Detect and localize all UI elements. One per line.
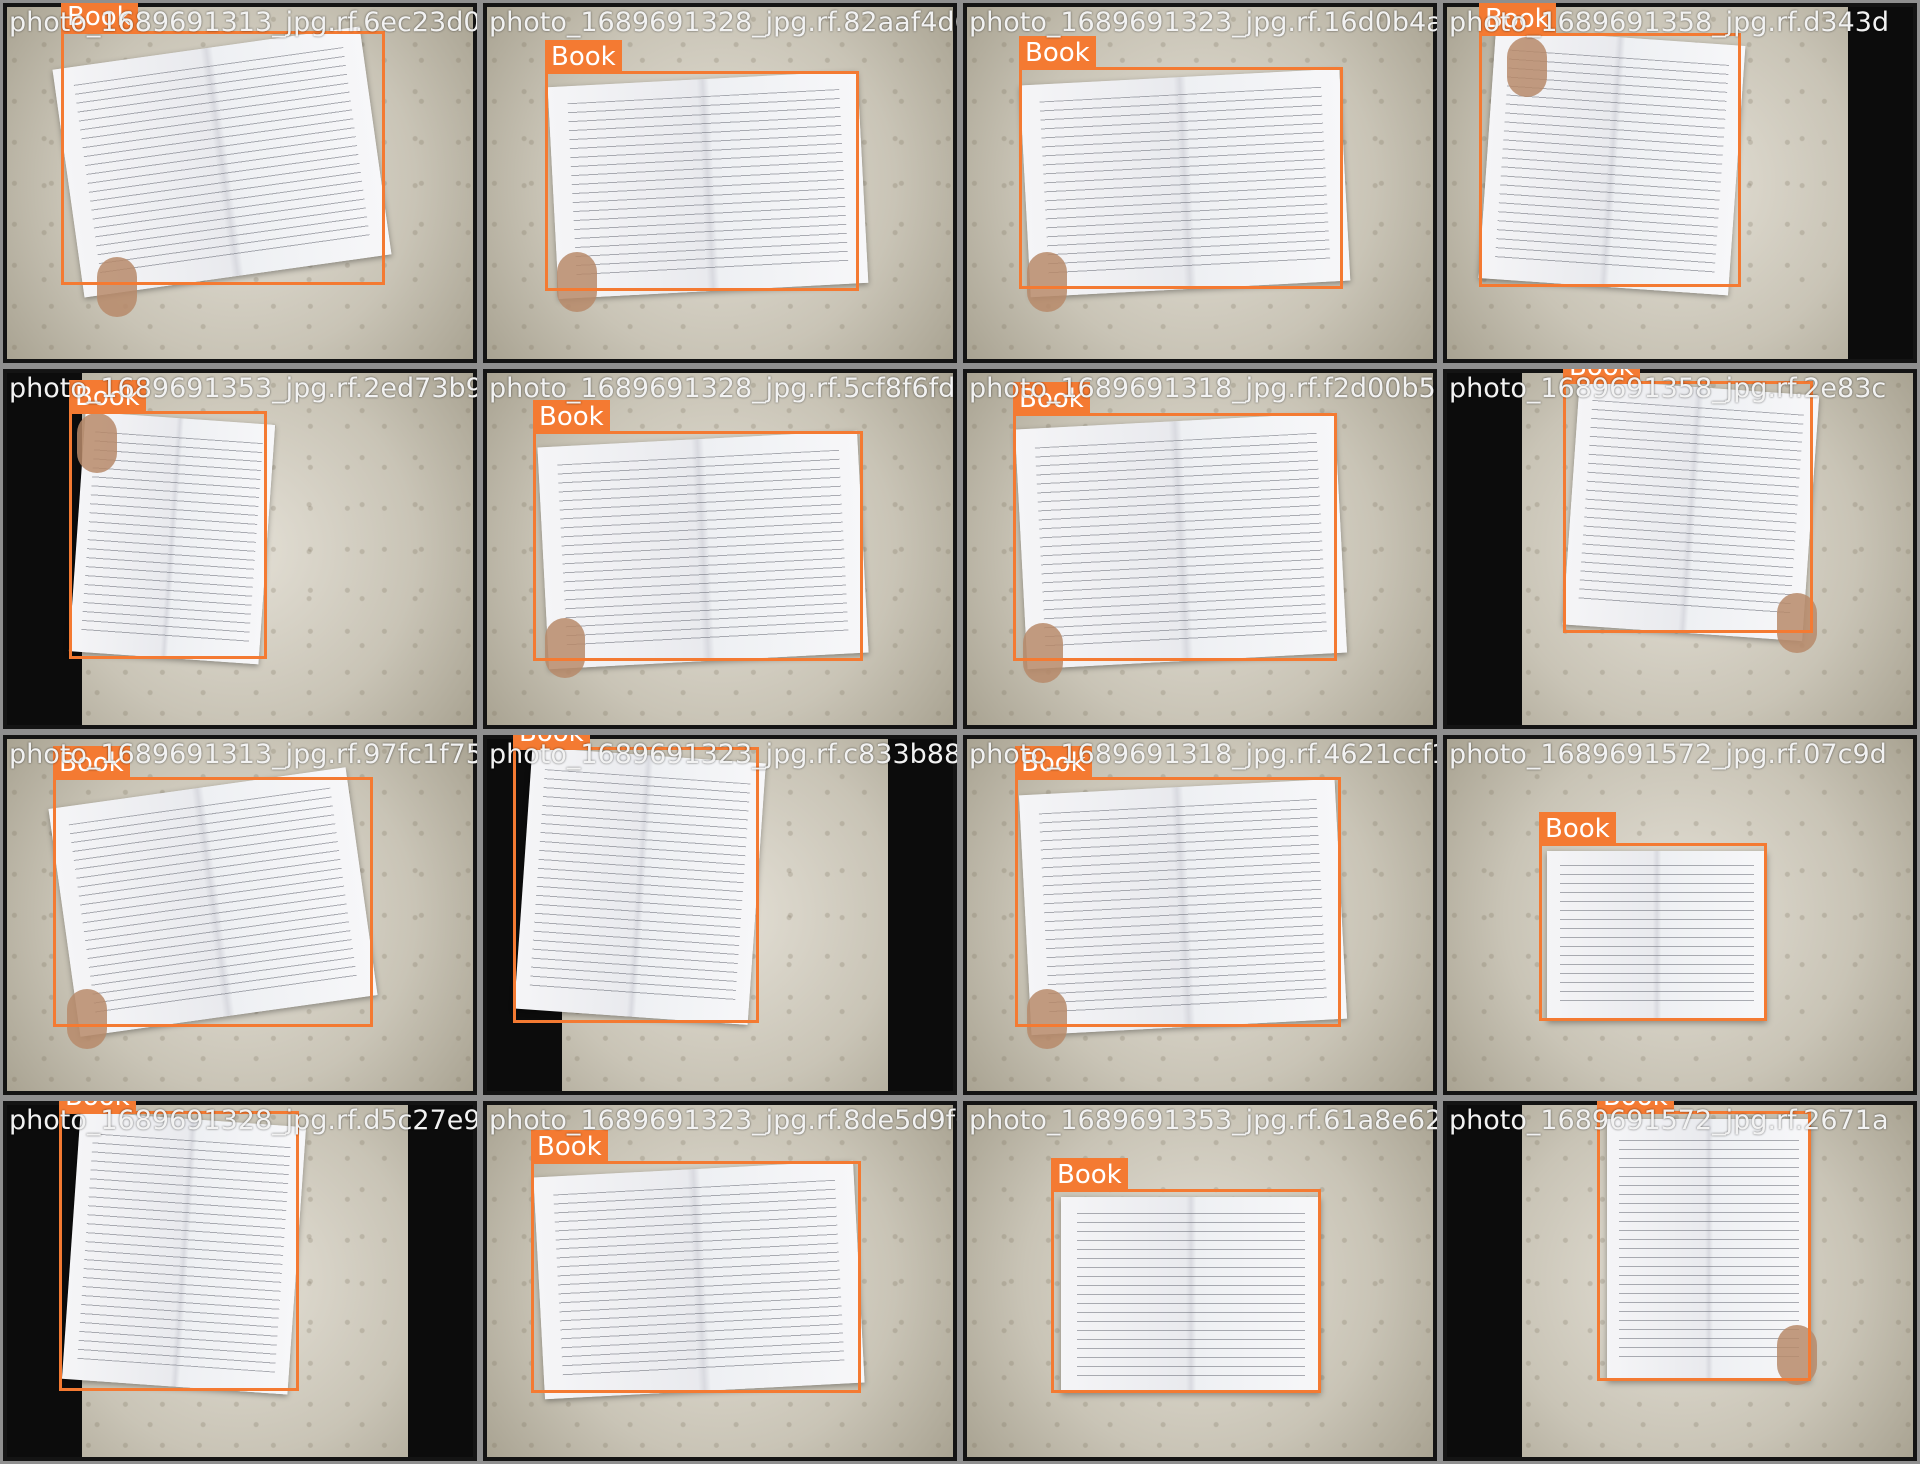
filename-label: photo_1689691323_jpg.rf.16d0b4a3: [969, 7, 1440, 38]
filename-label: photo_1689691328_jpg.rf.5cf8f6fd97: [489, 373, 960, 404]
filename-label: photo_1689691353_jpg.rf.2ed73b94bd15: [9, 373, 480, 404]
result-tile[interactable]: Book photo_1689691358_jpg.rf.2e83c: [1440, 366, 1920, 732]
result-tile[interactable]: Book photo_1689691328_jpg.rf.5cf8f6fd97: [480, 366, 960, 732]
bounding-box: Book: [1563, 369, 1813, 633]
bounding-box: Book: [1479, 3, 1741, 287]
result-tile[interactable]: Book photo_1689691572_jpg.rf.07c9d: [1440, 732, 1920, 1098]
class-label: Book: [1539, 812, 1616, 846]
filename-label: photo_1689691313_jpg.rf.6ec23d055e4622: [9, 7, 480, 38]
bounding-box: Book: [1597, 1101, 1811, 1381]
result-tile[interactable]: Book photo_1689691313_jpg.rf.97fc1f75: [0, 732, 480, 1098]
result-tile[interactable]: Book photo_1689691572_jpg.rf.2671a: [1440, 1098, 1920, 1464]
result-tile[interactable]: Book photo_1689691323_jpg.rf.16d0b4a3: [960, 0, 1440, 366]
result-tile[interactable]: Book photo_1689691323_jpg.rf.8de5d9f0f5f: [480, 1098, 960, 1464]
class-label: Book: [533, 400, 610, 434]
result-tile[interactable]: Book photo_1689691353_jpg.rf.2ed73b94bd1…: [0, 366, 480, 732]
bounding-box: Book: [1539, 812, 1767, 1021]
bounding-box: Book: [531, 1130, 861, 1393]
class-label: Book: [1051, 1158, 1128, 1192]
filename-label: photo_1689691572_jpg.rf.2671a: [1449, 1105, 1889, 1136]
result-tile[interactable]: Book photo_1689691328_jpg.rf.82aaf4d6b01…: [480, 0, 960, 366]
bounding-box: Book: [1019, 36, 1343, 289]
filename-label: photo_1689691318_jpg.rf.f2d00b5cba8d2: [969, 373, 1437, 404]
bounding-box: Book: [1013, 382, 1337, 661]
result-tile[interactable]: Book photo_1689691328_jpg.rf.d5c27e98473: [0, 1098, 480, 1464]
result-tile[interactable]: Book photo_1689691313_jpg.rf.6ec23d055e4…: [0, 0, 480, 366]
filename-label: photo_1689691318_jpg.rf.4621ccf16: [969, 739, 1440, 770]
bounding-box: Book: [533, 400, 863, 661]
result-tile[interactable]: Book photo_1689691318_jpg.rf.4621ccf16: [960, 732, 1440, 1098]
bounding-box: Book: [1015, 746, 1341, 1027]
bounding-box: Book: [513, 735, 759, 1023]
bounding-box: Book: [1051, 1158, 1321, 1393]
result-tile[interactable]: Book photo_1689691318_jpg.rf.f2d00b5cba8…: [960, 366, 1440, 732]
detection-results-grid: Book photo_1689691313_jpg.rf.6ec23d055e4…: [0, 0, 1920, 1464]
filename-label: photo_1689691358_jpg.rf.2e83c: [1449, 373, 1887, 404]
class-label: Book: [1019, 36, 1096, 70]
filename-label: photo_1689691328_jpg.rf.d5c27e98473: [9, 1105, 480, 1136]
filename-label: photo_1689691353_jpg.rf.61a8e62794: [969, 1105, 1440, 1136]
bounding-box: Book: [69, 380, 267, 659]
filename-label: photo_1689691313_jpg.rf.97fc1f75: [9, 739, 480, 770]
filename-label: photo_1689691572_jpg.rf.07c9d: [1449, 739, 1887, 770]
filename-label: photo_1689691323_jpg.rf.8de5d9f0f5f: [489, 1105, 960, 1136]
bounding-box: Book: [545, 40, 859, 291]
result-tile[interactable]: Book photo_1689691353_jpg.rf.61a8e62794: [960, 1098, 1440, 1464]
class-label: Book: [545, 40, 622, 74]
bounding-box: Book: [59, 1101, 299, 1391]
result-tile[interactable]: Book photo_1689691323_jpg.rf.c833b8810: [480, 732, 960, 1098]
filename-label: photo_1689691323_jpg.rf.c833b8810: [489, 739, 960, 770]
result-tile[interactable]: Book photo_1689691358_jpg.rf.d343d: [1440, 0, 1920, 366]
bounding-box: Book: [61, 3, 385, 285]
filename-label: photo_1689691358_jpg.rf.d343d: [1449, 7, 1890, 38]
bounding-box: Book: [53, 746, 373, 1027]
filename-label: photo_1689691328_jpg.rf.82aaf4d6b01d0e: [489, 7, 957, 38]
